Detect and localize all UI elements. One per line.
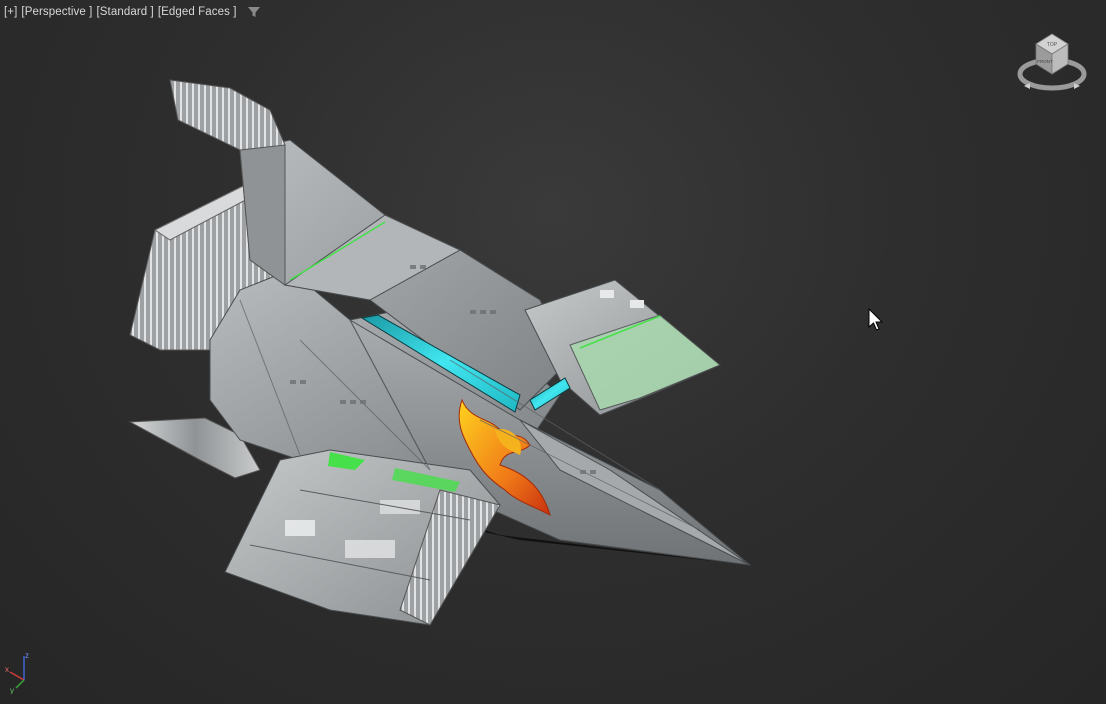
axis-y-label: y <box>10 686 14 694</box>
viewcube-top-label: TOP <box>1047 42 1058 48</box>
spaceship-model[interactable] <box>0 0 1106 704</box>
axis-x-label: x <box>5 665 9 674</box>
axis-tripod-icon: z x y <box>4 650 40 695</box>
viewcube-front-label: FRONT <box>1037 59 1053 64</box>
3d-viewport[interactable]: [+] [Perspective ] [Standard ] [Edged Fa… <box>0 0 1106 704</box>
axis-z-label: z <box>25 651 29 660</box>
viewcube-icon[interactable]: TOP FRONT <box>1014 30 1090 96</box>
mouse-cursor-icon <box>868 307 884 332</box>
